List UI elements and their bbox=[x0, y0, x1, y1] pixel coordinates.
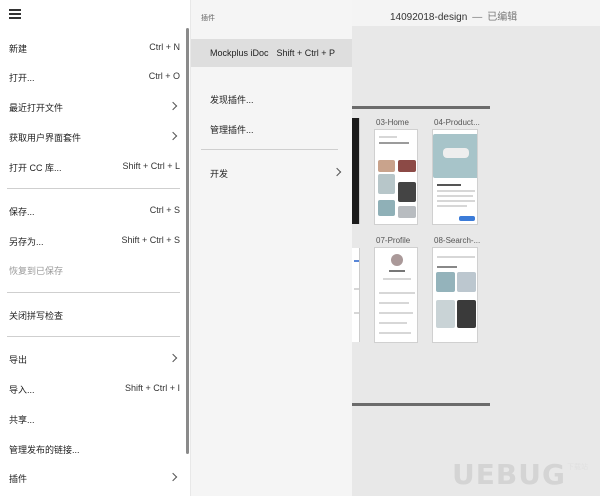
hamburger-icon[interactable] bbox=[9, 9, 21, 19]
menu-item-label: 导出 bbox=[9, 355, 28, 365]
title-bar: 14092018-design — 已编辑 bbox=[352, 0, 600, 26]
menu-item-label: 打开 CC 库... bbox=[9, 163, 62, 173]
document-status: 已编辑 bbox=[487, 12, 518, 23]
menu-item-label: 最近打开文件 bbox=[9, 103, 64, 113]
chevron-right-icon bbox=[332, 167, 342, 177]
menu-item-open[interactable]: 打开... Ctrl + O bbox=[0, 66, 186, 88]
chevron-right-icon bbox=[168, 131, 178, 141]
menu-item-shortcut: Ctrl + S bbox=[149, 205, 180, 215]
menu-scrollbar[interactable] bbox=[186, 28, 189, 454]
artboard-partial[interactable] bbox=[352, 248, 360, 342]
submenu-item-shortcut: Shift + Ctrl + P bbox=[276, 48, 335, 58]
menu-divider bbox=[7, 292, 180, 293]
artboard-frame-bottom bbox=[352, 403, 490, 406]
artboard-label: 07-Profile bbox=[376, 236, 411, 245]
menu-item-label: 保存... bbox=[9, 207, 35, 217]
menu-item-share[interactable]: 共享... bbox=[0, 408, 186, 430]
menu-item-recent-files[interactable]: 最近打开文件 bbox=[0, 96, 186, 118]
submenu-divider bbox=[201, 149, 338, 150]
submenu-item-label: 开发 bbox=[210, 169, 229, 179]
chevron-right-icon bbox=[168, 101, 178, 111]
watermark-text: UEBUG bbox=[452, 458, 566, 491]
menu-item-shortcut: Shift + Ctrl + L bbox=[122, 161, 180, 171]
artboard-label: 04-Product... bbox=[434, 118, 480, 127]
menu-item-save-as[interactable]: 另存为... Shift + Ctrl + S bbox=[0, 230, 186, 252]
menu-item-open-cc-library[interactable]: 打开 CC 库... Shift + Ctrl + L bbox=[0, 156, 186, 178]
document-name: 14092018-design bbox=[390, 12, 468, 23]
submenu-title: 插件 bbox=[201, 15, 215, 22]
menu-item-label: 打开... bbox=[9, 73, 35, 83]
menu-item-shortcut: Ctrl + N bbox=[149, 42, 180, 52]
menu-item-label: 管理发布的链接... bbox=[9, 445, 80, 455]
menu-item-label: 新建 bbox=[9, 44, 28, 54]
watermark-subtext: 下载站 bbox=[567, 464, 588, 471]
artboard-frame-top bbox=[352, 106, 490, 109]
chevron-right-icon bbox=[168, 472, 178, 482]
menu-item-shortcut: Ctrl + O bbox=[148, 71, 180, 81]
menu-item-ui-kits[interactable]: 获取用户界面套件 bbox=[0, 126, 186, 148]
submenu-item-discover-plugins[interactable]: 发现插件... bbox=[191, 84, 352, 112]
artboard-label: 03-Home bbox=[376, 118, 409, 127]
main-menu: 新建 Ctrl + N 打开... Ctrl + O 最近打开文件 获取用户界面… bbox=[0, 0, 190, 496]
submenu-item-label: 管理插件... bbox=[210, 125, 254, 135]
artboard-profile[interactable] bbox=[374, 247, 418, 343]
artboard-search[interactable] bbox=[432, 247, 478, 343]
menu-item-label: 恢复到已保存 bbox=[9, 266, 64, 276]
menu-item-plugins[interactable]: 插件 bbox=[0, 467, 186, 489]
menu-item-new[interactable]: 新建 Ctrl + N bbox=[0, 37, 186, 59]
menu-item-label: 共享... bbox=[9, 415, 35, 425]
submenu-item-label: Mockplus iDoc bbox=[210, 48, 269, 58]
menu-item-label: 另存为... bbox=[9, 237, 44, 247]
menu-item-label: 插件 bbox=[9, 474, 28, 484]
submenu-item-manage-plugins[interactable]: 管理插件... bbox=[191, 114, 352, 142]
menu-divider bbox=[7, 188, 180, 189]
artboard-label: 08-Search-... bbox=[434, 236, 481, 245]
menu-item-label: 关闭拼写检查 bbox=[9, 311, 64, 321]
plugins-submenu: 插件 Mockplus iDoc Shift + Ctrl + P 发现插件..… bbox=[191, 0, 352, 496]
menu-item-label: 导入... bbox=[9, 385, 35, 395]
menu-item-save[interactable]: 保存... Ctrl + S bbox=[0, 200, 186, 222]
menu-item-spell-check[interactable]: 关闭拼写检查 bbox=[0, 304, 186, 326]
artboard-home[interactable] bbox=[374, 129, 418, 225]
submenu-item-label: 发现插件... bbox=[210, 95, 254, 105]
menu-item-shortcut: Shift + Ctrl + I bbox=[124, 383, 180, 393]
menu-item-export[interactable]: 导出 bbox=[0, 348, 186, 370]
menu-item-shortcut: Shift + Ctrl + S bbox=[121, 235, 180, 245]
menu-item-manage-published-links[interactable]: 管理发布的链接... bbox=[0, 438, 186, 460]
menu-item-import[interactable]: 导入... Shift + Ctrl + I bbox=[0, 378, 186, 400]
submenu-item-mockplus-idoc[interactable]: Mockplus iDoc Shift + Ctrl + P bbox=[191, 39, 352, 67]
artboard-partial[interactable] bbox=[352, 118, 360, 224]
artboard-product[interactable] bbox=[432, 129, 478, 225]
chevron-right-icon bbox=[168, 353, 178, 363]
menu-item-revert-to-saved[interactable]: 恢复到已保存 bbox=[0, 259, 186, 281]
menu-item-label: 获取用户界面套件 bbox=[9, 133, 82, 143]
menu-divider bbox=[7, 336, 180, 337]
watermark-logo: UEBUG 下载站 bbox=[452, 458, 598, 494]
submenu-item-development[interactable]: 开发 bbox=[191, 158, 352, 186]
title-separator: — bbox=[472, 12, 483, 23]
